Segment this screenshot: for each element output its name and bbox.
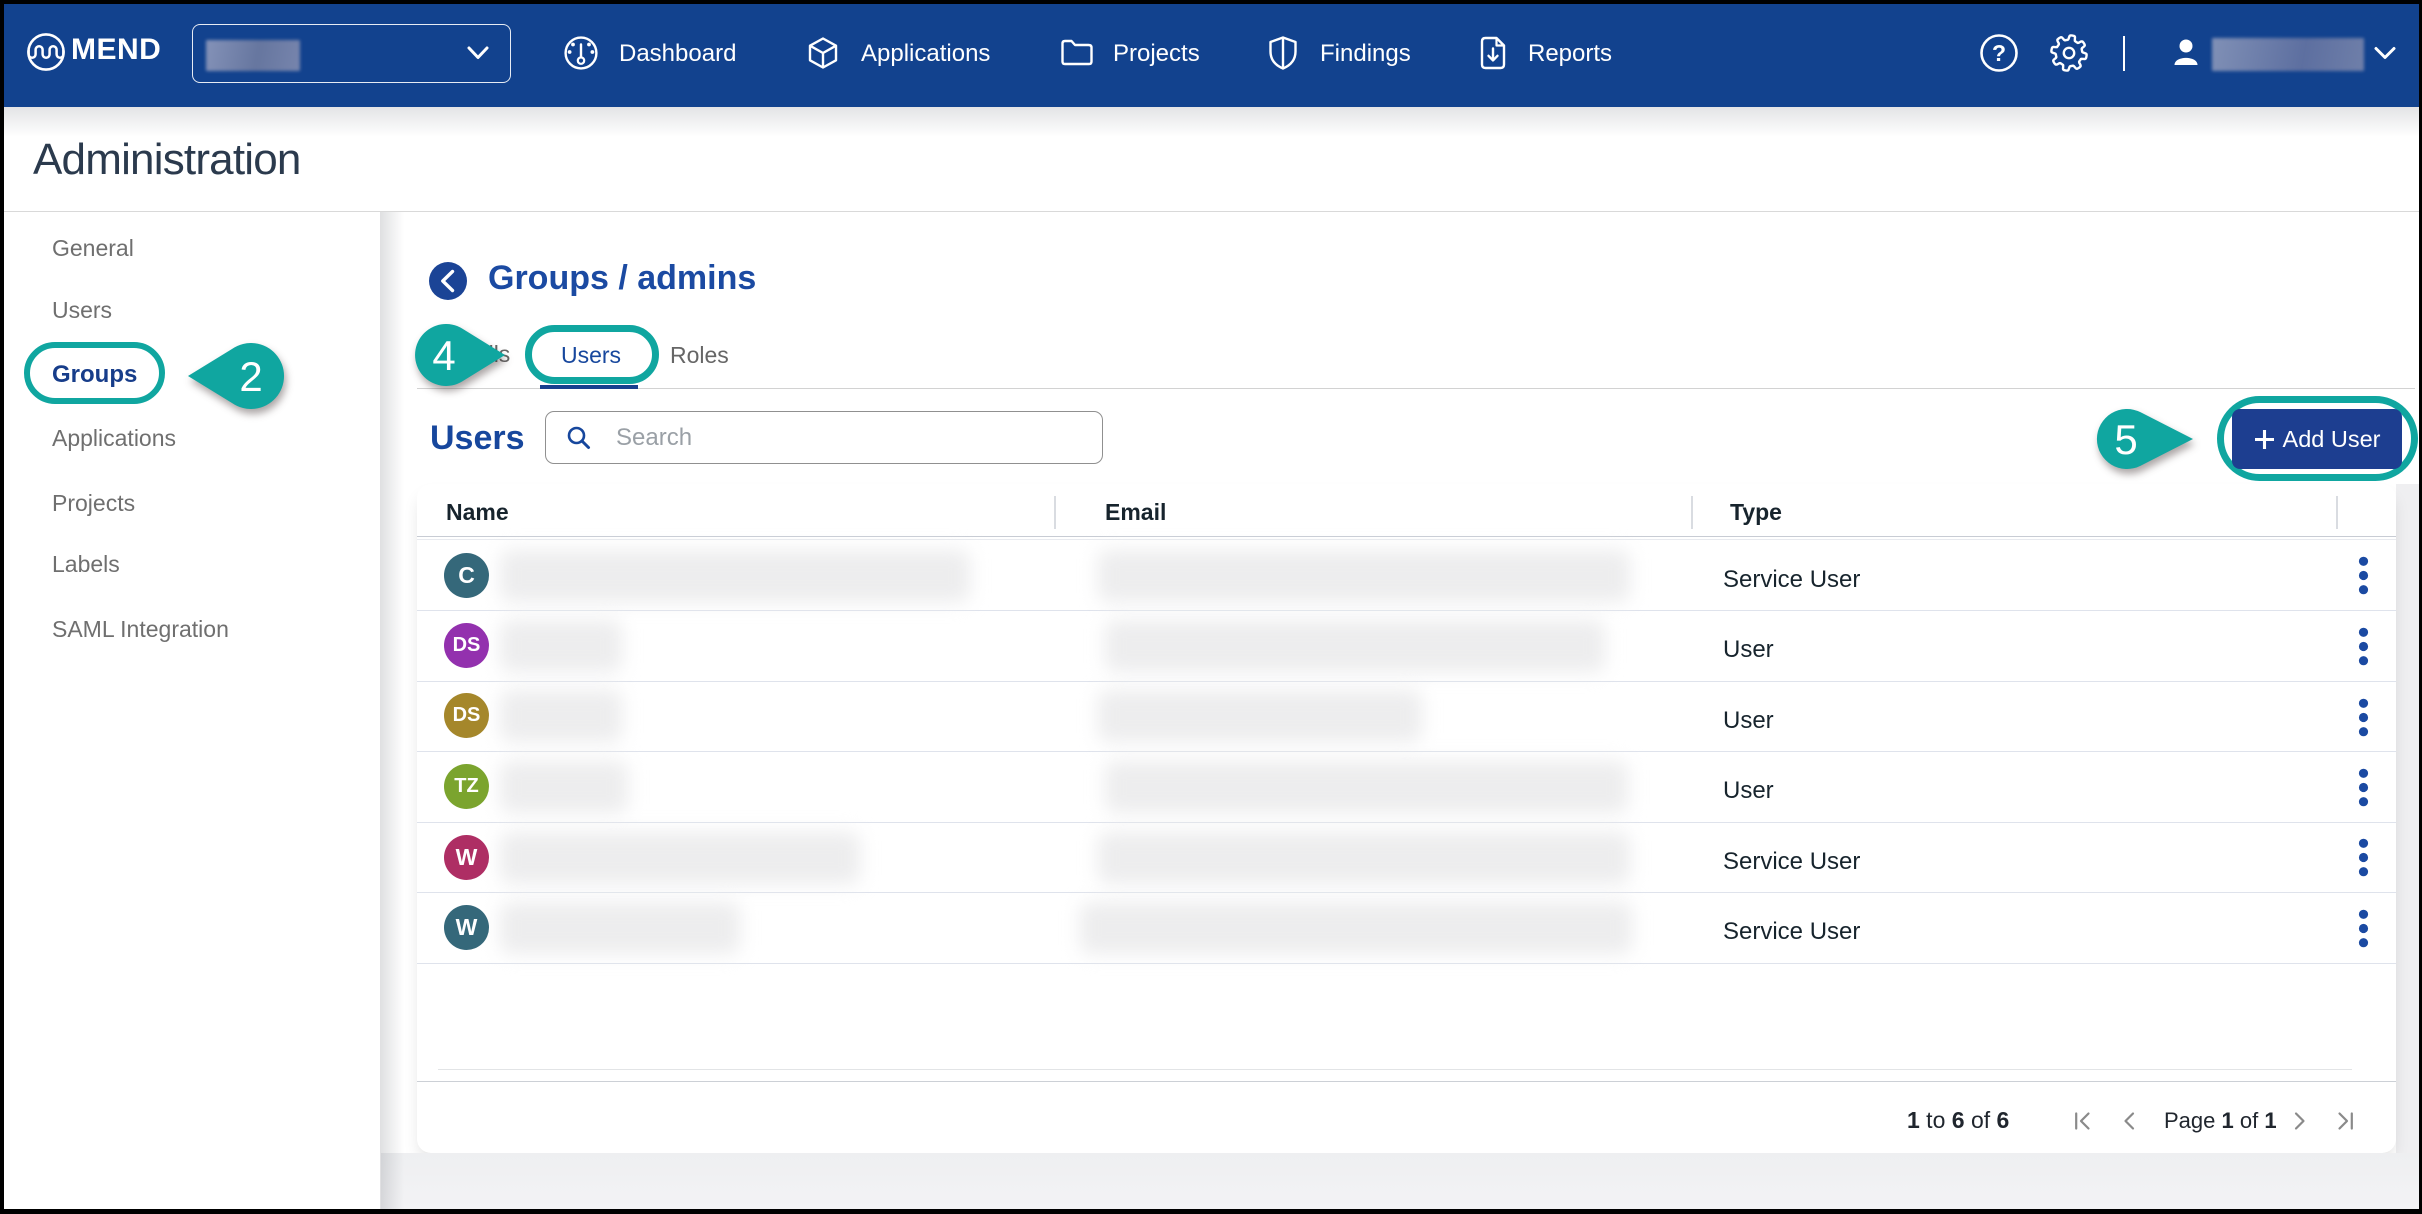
svg-text:5: 5 (2114, 416, 2137, 463)
svg-text:?: ? (1992, 40, 2006, 66)
svg-text:4: 4 (432, 332, 455, 379)
svg-text:2: 2 (239, 353, 262, 400)
